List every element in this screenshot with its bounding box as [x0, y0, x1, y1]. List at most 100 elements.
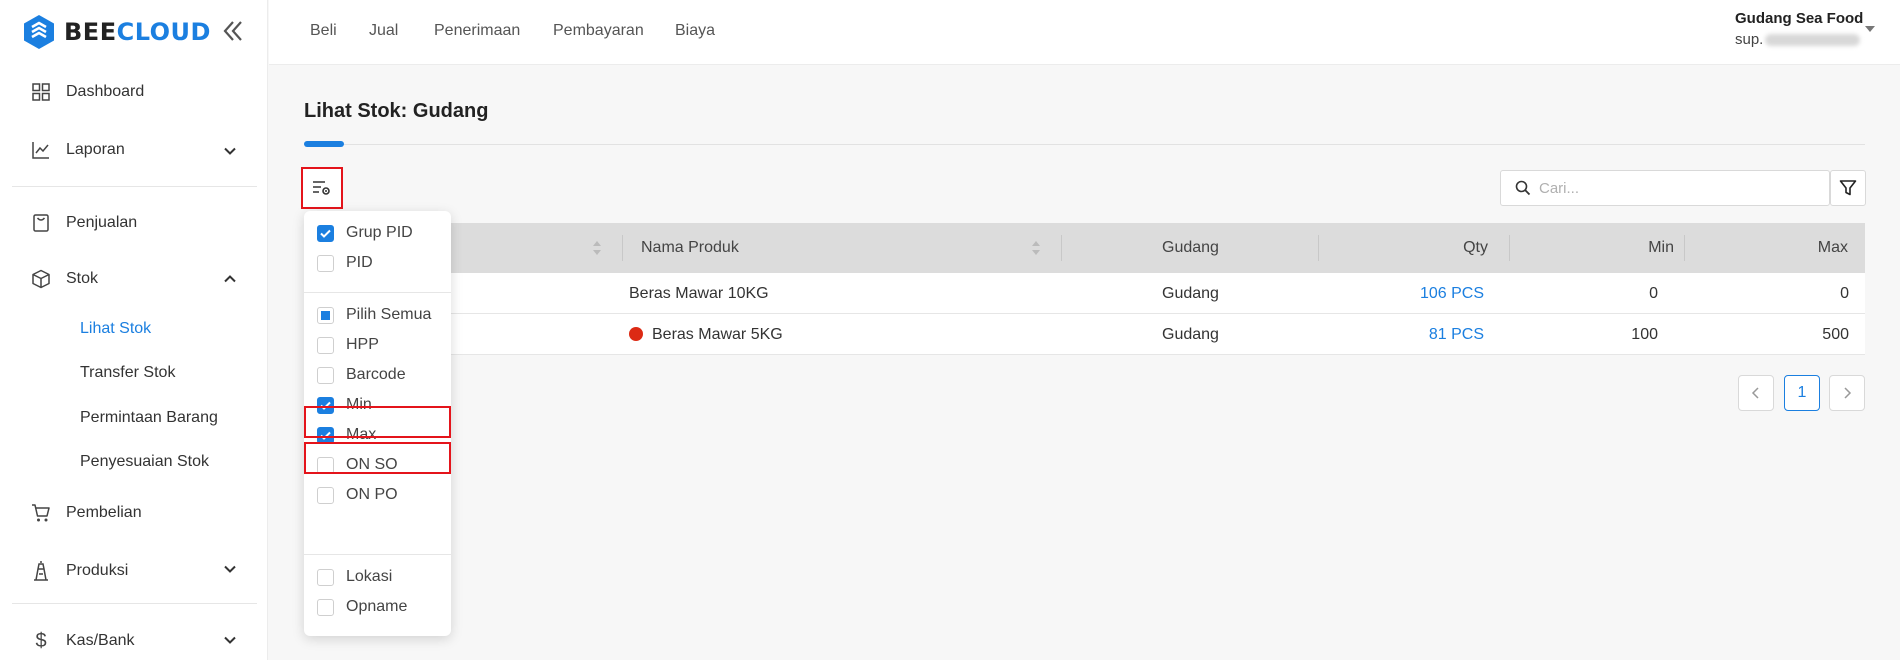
cell-nama-produk: Beras Mawar 5KG — [629, 326, 783, 344]
topnav-pembayaran[interactable]: Pembayaran — [553, 22, 644, 40]
column-option-label: Lokasi — [346, 568, 393, 585]
chevron-left-icon — [1751, 387, 1759, 399]
title-divider — [304, 144, 1865, 145]
brand-name-part2: CLOUD — [116, 18, 211, 46]
topnav-penerimaan[interactable]: Penerimaan — [434, 22, 520, 40]
sidebar-item-label: Laporan — [66, 141, 125, 158]
sidebar-item-pembelian[interactable]: Pembelian — [30, 502, 142, 524]
sidebar-item-label: Dashboard — [66, 83, 145, 100]
pagination-prev-button[interactable] — [1738, 375, 1774, 411]
chevron-down-icon[interactable] — [222, 561, 238, 577]
sidebar-item-laporan[interactable]: Laporan — [30, 139, 125, 161]
column-option-on-so[interactable]: ON SO — [304, 450, 451, 480]
sort-icon[interactable] — [592, 240, 602, 256]
column-settings-button[interactable] — [301, 167, 343, 209]
sidebar-sub-lihat-stok[interactable]: Lihat Stok — [80, 320, 151, 338]
header-separator — [622, 235, 623, 261]
topnav-jual[interactable]: Jual — [369, 22, 398, 40]
sidebar-sub-permintaan-barang[interactable]: Permintaan Barang — [80, 409, 218, 427]
filter-button[interactable] — [1830, 170, 1866, 206]
dropdown-divider — [304, 554, 451, 555]
column-option-barcode[interactable]: Barcode — [304, 360, 451, 390]
checkbox[interactable] — [317, 598, 334, 616]
column-selector-dropdown: Grup PID PID Pilih Semua HPP Barcode Min… — [304, 211, 451, 636]
search-icon — [1515, 180, 1531, 196]
chevron-down-icon[interactable] — [222, 632, 238, 648]
table-header: Nama Produk Gudang Qty Min Max — [304, 223, 1865, 273]
header-max: Max — [1817, 239, 1848, 256]
topnav-biaya[interactable]: Biaya — [675, 22, 715, 40]
topnav-beli[interactable]: Beli — [310, 22, 337, 40]
pagination-page-1[interactable]: 1 — [1784, 375, 1820, 411]
column-option-label: ON SO — [346, 456, 398, 473]
cell-gudang: Gudang — [1162, 285, 1219, 302]
sidebar-sub-penyesuaian-stok[interactable]: Penyesuaian Stok — [80, 453, 209, 471]
column-option-pilih-semua[interactable]: Pilih Semua — [304, 300, 451, 330]
column-option-grup-pid[interactable]: Grup PID — [304, 218, 451, 248]
checkbox[interactable] — [317, 426, 334, 444]
checkbox[interactable] — [317, 396, 334, 414]
cell-qty-link[interactable]: 106 PCS — [1384, 285, 1484, 303]
sidebar-item-penjualan[interactable]: Penjualan — [30, 212, 137, 234]
chevron-up-icon[interactable] — [222, 271, 238, 287]
cell-gudang: Gudang — [1162, 326, 1219, 343]
column-settings-icon — [313, 181, 330, 195]
pagination-next-button[interactable] — [1829, 375, 1865, 411]
sidebar: BEECLOUD Dashboard Laporan Penjualan Sto… — [0, 0, 268, 660]
user-email-redacted — [1765, 33, 1861, 46]
dropdown-divider — [304, 292, 451, 293]
column-option-label: Min — [346, 396, 372, 413]
cell-nama-produk: Beras Mawar 10KG — [629, 285, 769, 302]
column-option-lokasi[interactable]: Lokasi — [304, 562, 451, 592]
filter-icon — [1839, 180, 1857, 196]
sidebar-item-produksi[interactable]: Produksi — [30, 560, 128, 582]
column-option-hpp[interactable]: HPP — [304, 330, 451, 360]
column-option-max[interactable]: Max — [304, 420, 451, 450]
checkbox[interactable] — [317, 306, 334, 324]
checkbox[interactable] — [317, 254, 334, 272]
table-row[interactable]: Beras Mawar 10KG Gudang 106 PCS 0 0 — [304, 273, 1865, 314]
collapse-sidebar-icon[interactable] — [220, 18, 246, 44]
header-separator — [1318, 235, 1319, 261]
page-title: Lihat Stok: Gudang — [304, 100, 489, 122]
factory-icon — [30, 560, 52, 582]
checkbox[interactable] — [317, 224, 334, 242]
column-option-label: ON PO — [346, 486, 398, 503]
column-option-label: Max — [346, 426, 377, 443]
user-name: Gudang Sea Food — [1735, 10, 1864, 27]
sidebar-item-label: Pembelian — [66, 504, 142, 521]
sidebar-item-label: Produksi — [66, 562, 129, 579]
user-menu-caret-icon[interactable] — [1865, 26, 1875, 32]
column-option-label: Opname — [346, 598, 408, 615]
header-separator — [1509, 235, 1510, 261]
user-menu[interactable]: Gudang Sea Food sup. — [1735, 10, 1863, 48]
column-option-opname[interactable]: Opname — [304, 592, 451, 622]
sort-icon[interactable] — [1031, 240, 1041, 256]
header-nama-produk[interactable]: Nama Produk — [641, 239, 739, 257]
chevron-right-icon — [1844, 387, 1852, 399]
brand-logo[interactable]: BEECLOUD — [22, 14, 211, 50]
sidebar-item-kas-bank[interactable]: $ Kas/Bank — [30, 630, 134, 652]
sidebar-item-label: Kas/Bank — [66, 632, 135, 649]
checkbox[interactable] — [317, 568, 334, 586]
column-option-min[interactable]: Min — [304, 390, 451, 420]
search-input[interactable] — [1539, 179, 1819, 197]
cell-min: 0 — [1649, 285, 1658, 302]
beecloud-logo-icon — [24, 15, 54, 49]
checkbox[interactable] — [317, 366, 334, 384]
sidebar-item-stok[interactable]: Stok — [30, 268, 98, 290]
checkbox[interactable] — [317, 336, 334, 354]
cell-max: 0 — [1840, 285, 1849, 302]
box-icon — [30, 268, 52, 290]
cell-qty-link[interactable]: 81 PCS — [1384, 326, 1484, 344]
user-email: sup. — [1735, 31, 1863, 48]
column-option-pid[interactable]: PID — [304, 248, 451, 278]
checkbox[interactable] — [317, 486, 334, 504]
sidebar-sub-transfer-stok[interactable]: Transfer Stok — [80, 364, 175, 382]
chevron-down-icon[interactable] — [222, 143, 238, 159]
table-row[interactable]: Beras Mawar 5KG Gudang 81 PCS 100 500 — [304, 314, 1865, 355]
sidebar-item-dashboard[interactable]: Dashboard — [30, 81, 144, 103]
checkbox[interactable] — [317, 456, 334, 474]
column-option-on-po[interactable]: ON PO — [304, 480, 451, 510]
cart-icon — [30, 502, 52, 524]
